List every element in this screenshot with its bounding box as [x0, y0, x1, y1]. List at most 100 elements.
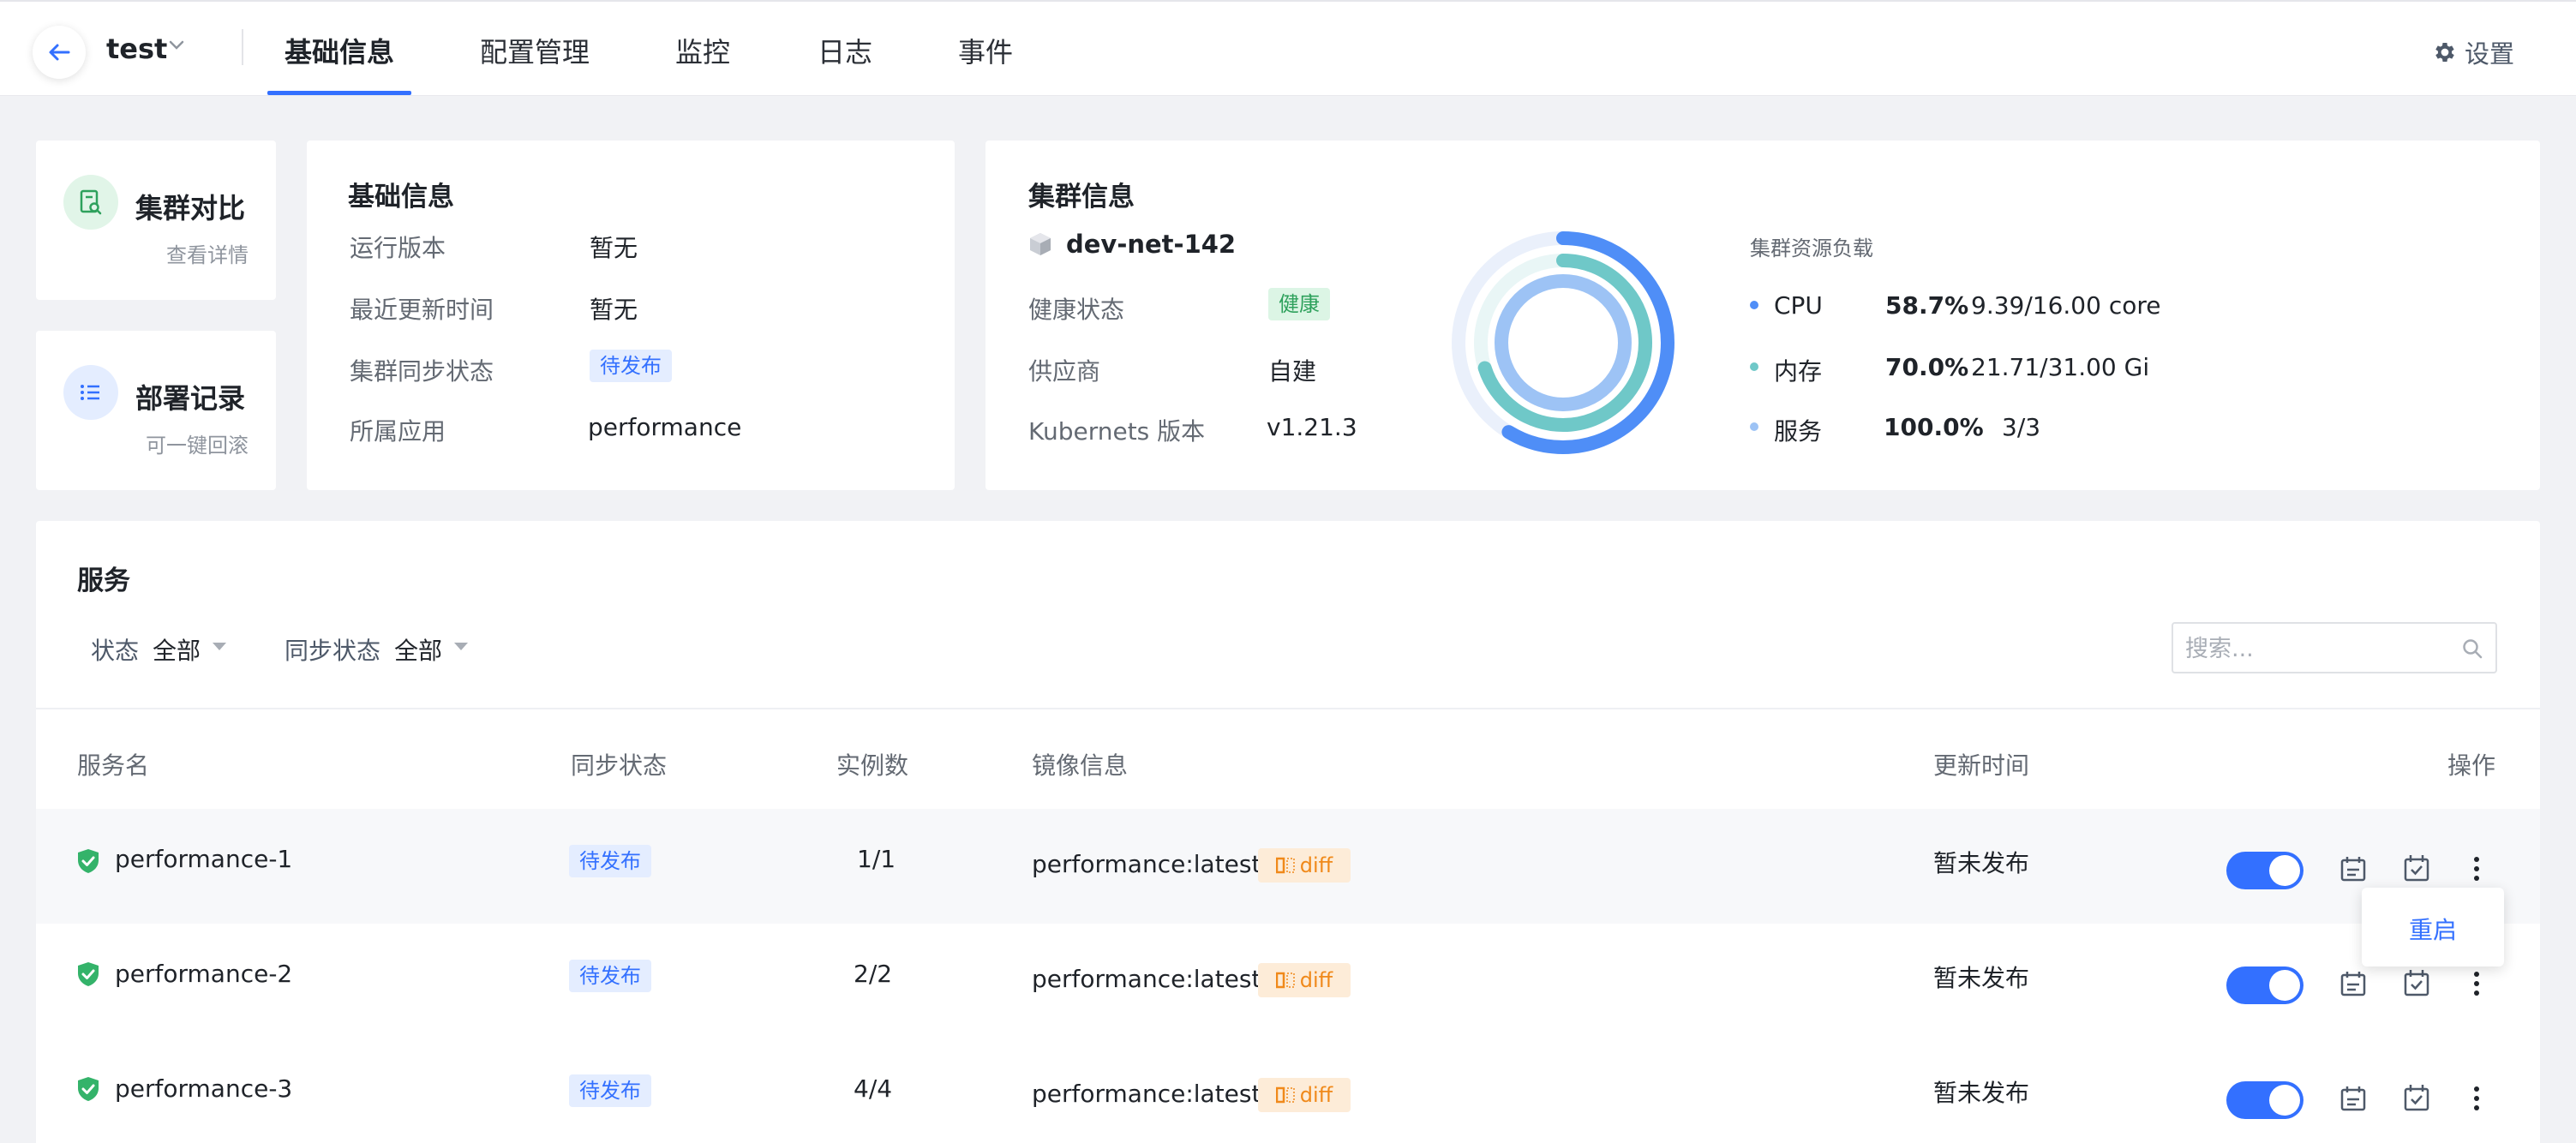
app-value: performance	[588, 413, 742, 441]
health-status-badge: 健康	[1268, 288, 1330, 320]
diff-icon	[1275, 857, 1295, 874]
service-toggle[interactable]	[2226, 966, 2303, 1004]
load-title: 集群资源负载	[1750, 236, 1873, 260]
more-vertical-icon[interactable]	[2471, 970, 2482, 997]
info-label: Kubernets 版本	[1028, 417, 1206, 446]
caret-down-icon[interactable]	[213, 643, 226, 651]
project-selector[interactable]: test	[106, 33, 167, 65]
diff-icon	[1275, 1086, 1295, 1104]
more-vertical-icon[interactable]	[2471, 1085, 2482, 1112]
tab-logs[interactable]: 日志	[818, 31, 872, 70]
sync-status-badge: 待发布	[569, 1074, 651, 1107]
diff-icon	[1275, 972, 1295, 989]
divider	[242, 29, 243, 65]
legend-dot-services	[1750, 422, 1758, 431]
image-info: performance:latest	[1032, 965, 1261, 993]
filter-label: 同步状态	[285, 637, 381, 665]
tab-monitor[interactable]: 监控	[675, 31, 730, 70]
legend-value: 21.71/31.00 Gi	[1971, 353, 2150, 381]
legend-value: 3/3	[2002, 413, 2041, 441]
restart-menu-item[interactable]: 重启	[2362, 912, 2504, 946]
legend-percent: 70.0%	[1885, 353, 1969, 381]
image-info: performance:latest	[1032, 1080, 1261, 1108]
service-name[interactable]: performance-3	[115, 1074, 292, 1103]
info-label: 供应商	[1028, 357, 1101, 386]
document-search-icon	[63, 175, 118, 230]
last-update-value: 暂无	[590, 296, 638, 324]
active-tab-indicator	[267, 91, 411, 95]
tab-basic-info[interactable]: 基础信息	[285, 31, 394, 70]
chevron-down-icon[interactable]	[168, 39, 185, 51]
k8s-version-value: v1.21.3	[1267, 413, 1357, 441]
service-name[interactable]: performance-2	[115, 960, 292, 988]
calendar-icon[interactable]	[2339, 1085, 2367, 1112]
sync-status-badge: 待发布	[569, 960, 651, 992]
running-version-value: 暂无	[590, 234, 638, 262]
sync-status-filter[interactable]: 全部	[394, 632, 442, 667]
list-icon	[63, 365, 118, 420]
shield-check-icon	[78, 962, 99, 986]
legend-percent: 100.0%	[1884, 413, 1984, 441]
arrow-left-icon	[49, 44, 70, 61]
diff-button[interactable]: diff	[1258, 963, 1351, 997]
vendor-value: 自建	[1268, 357, 1317, 386]
cube-icon	[1030, 233, 1051, 255]
basic-info-card: 基础信息 运行版本 暂无 最近更新时间 暂无 集群同步状态 待发布 所属应用 p…	[307, 141, 955, 490]
shield-check-icon	[78, 849, 99, 873]
update-time: 暂未发布	[1933, 849, 2030, 877]
diff-button[interactable]: diff	[1258, 1078, 1351, 1112]
search-icon[interactable]	[2461, 637, 2483, 660]
search-box[interactable]	[2172, 622, 2497, 673]
back-button[interactable]	[33, 26, 86, 79]
table-row: performance-3 待发布 4/4 performance:latest…	[36, 1040, 2540, 1143]
instance-count: 2/2	[854, 960, 893, 988]
calendar-icon[interactable]	[2339, 970, 2367, 997]
cluster-compare-card[interactable]: 集群对比 查看详情	[36, 141, 276, 300]
image-info: performance:latest	[1032, 850, 1261, 878]
cluster-info-card: 集群信息 dev-net-142 健康状态 健康 供应商 自建 Kubernet…	[985, 141, 2540, 490]
service-toggle[interactable]	[2226, 1081, 2303, 1119]
info-label: 健康状态	[1028, 296, 1125, 324]
column-header-actions: 操作	[2447, 751, 2496, 780]
info-label: 运行版本	[350, 234, 446, 262]
update-time: 暂未发布	[1933, 964, 2030, 992]
instance-count: 4/4	[854, 1074, 893, 1103]
service-toggle[interactable]	[2226, 852, 2303, 889]
deploy-records-card[interactable]: 部署记录 可一键回滚	[36, 331, 276, 490]
info-label: 所属应用	[350, 417, 446, 446]
settings-button[interactable]: 设置	[2432, 34, 2514, 70]
search-input[interactable]	[2185, 632, 2442, 665]
card-title: 集群信息	[1028, 182, 1135, 212]
services-title: 服务	[77, 566, 130, 596]
info-label: 最近更新时间	[350, 296, 494, 324]
calendar-icon[interactable]	[2339, 855, 2367, 883]
filter-label: 状态	[91, 637, 140, 665]
column-header-updated: 更新时间	[1933, 751, 2030, 780]
shield-check-icon	[78, 1077, 99, 1101]
tab-config[interactable]: 配置管理	[480, 31, 590, 70]
service-name[interactable]: performance-1	[115, 845, 292, 873]
calendar-check-icon[interactable]	[2403, 853, 2430, 883]
tab-events[interactable]: 事件	[958, 31, 1013, 70]
info-label: 集群同步状态	[350, 357, 494, 386]
diff-button[interactable]: diff	[1258, 848, 1351, 883]
calendar-check-icon[interactable]	[2403, 1083, 2430, 1112]
top-bar: test 基础信息 配置管理 监控 日志 事件 设置	[0, 0, 2576, 96]
legend-value: 9.39/16.00 core	[1971, 291, 2161, 320]
column-header-name: 服务名	[77, 751, 150, 780]
table-row: performance-1 待发布 1/1 performance:latest…	[36, 809, 2540, 924]
quick-card-title: 部署记录	[135, 382, 246, 415]
column-header-sync: 同步状态	[571, 751, 668, 780]
sync-status-badge: 待发布	[569, 845, 651, 877]
card-title: 基础信息	[348, 182, 454, 212]
legend-dot-memory	[1750, 362, 1758, 371]
resource-load-ring-chart	[1452, 231, 1674, 454]
diff-label: diff	[1299, 853, 1333, 877]
more-vertical-icon[interactable]	[2471, 855, 2482, 883]
column-header-instances: 实例数	[836, 751, 909, 780]
diff-label: diff	[1299, 968, 1333, 992]
caret-down-icon[interactable]	[454, 643, 468, 651]
calendar-check-icon[interactable]	[2403, 968, 2430, 997]
status-filter[interactable]: 全部	[153, 632, 201, 667]
quick-card-subtitle: 可一键回滚	[146, 434, 249, 458]
